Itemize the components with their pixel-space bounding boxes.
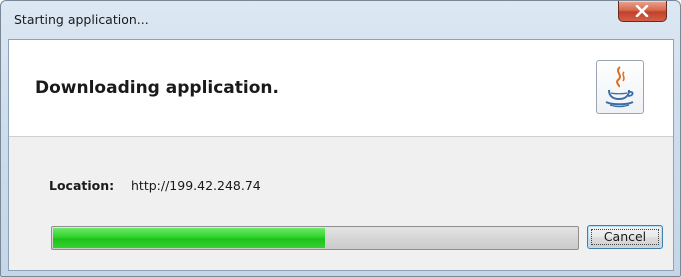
focus-ring	[591, 229, 659, 245]
download-progress-bar	[51, 226, 579, 250]
dialog-content: Downloading application. Location: http:…	[8, 39, 674, 271]
header-panel: Downloading application.	[9, 40, 673, 137]
java-coffee-cup-icon	[596, 60, 644, 114]
title-bar[interactable]: Starting application...	[1, 1, 680, 39]
location-label: Location:	[49, 178, 115, 193]
progress-fill	[53, 228, 325, 248]
cancel-button[interactable]: Cancel	[587, 225, 663, 249]
location-url: http://199.42.248.74	[131, 178, 261, 193]
header-title: Downloading application.	[35, 78, 279, 98]
close-icon	[635, 5, 649, 17]
window-title: Starting application...	[14, 12, 149, 27]
download-dialog-window: Starting application... Downloading appl…	[0, 0, 681, 277]
close-button[interactable]	[618, 1, 667, 22]
